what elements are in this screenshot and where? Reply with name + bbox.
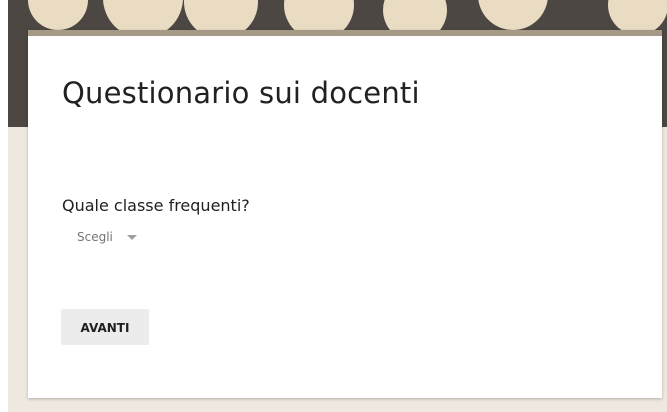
class-select-dropdown[interactable]: Scegli [77, 230, 137, 244]
form-title: Questionario sui docenti [62, 76, 420, 110]
question-label: Quale classe frequenti? [62, 196, 250, 215]
header-decoration [28, 0, 88, 30]
dropdown-selected-value: Scegli [77, 230, 113, 244]
chevron-down-icon [126, 235, 137, 240]
form-card: Questionario sui docenti Quale classe fr… [28, 30, 662, 398]
page-margin [0, 0, 8, 412]
header-decoration [478, 0, 548, 30]
next-button[interactable]: AVANTI [61, 309, 149, 345]
